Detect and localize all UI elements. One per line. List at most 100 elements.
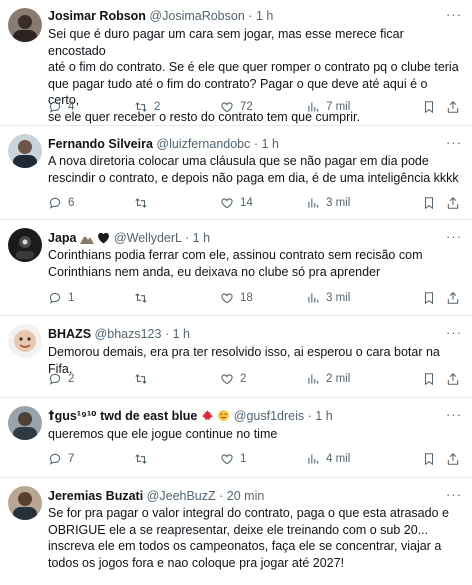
bookmark-button[interactable] (422, 290, 436, 306)
tweet-jeremias[interactable]: Jeremias Buzati @JeehBuzZ · 20 min ··· S… (0, 478, 472, 585)
author-handle[interactable]: @gusf1dreis (234, 409, 304, 423)
author-handle[interactable]: @JosimaRobson (149, 9, 244, 23)
share-button[interactable] (446, 99, 460, 115)
avatar[interactable] (8, 8, 42, 42)
views-count: 4 mil (326, 453, 351, 465)
retweet-icon (135, 454, 147, 464)
retweet-button[interactable] (134, 371, 154, 387)
more-options-icon[interactable]: ··· (446, 326, 462, 340)
retweet-count: 2 (154, 101, 161, 113)
more-options-icon[interactable]: ··· (446, 230, 462, 244)
share-button[interactable] (446, 195, 460, 211)
bookmark-icon (424, 373, 434, 386)
black-heart-icon (98, 232, 110, 244)
views-button[interactable]: 3 mil (306, 290, 350, 306)
more-options-icon[interactable]: ··· (446, 408, 462, 422)
avatar[interactable] (8, 228, 42, 262)
separator: · (164, 327, 170, 341)
retweet-icon (135, 198, 147, 208)
timestamp[interactable]: 1 h (315, 409, 332, 423)
retweet-icon (135, 374, 147, 384)
separator: · (248, 9, 253, 23)
timestamp[interactable]: 1 h (262, 137, 279, 151)
retweet-button[interactable] (134, 451, 154, 467)
separator: · (185, 231, 190, 245)
heart-icon (221, 374, 233, 385)
tweet-japa[interactable]: Japa @WellyderL · 1 h ··· Corinthians po… (0, 220, 472, 316)
author-handle[interactable]: @WellyderL (114, 231, 182, 245)
more-options-icon[interactable]: ··· (446, 8, 462, 22)
views-icon (308, 102, 319, 112)
share-button[interactable] (446, 451, 460, 467)
like-button[interactable]: 1 (220, 451, 246, 467)
like-count: 2 (240, 373, 247, 385)
maple-leaf-icon (201, 410, 213, 422)
reply-button[interactable]: 2 (48, 371, 74, 387)
avatar[interactable] (8, 406, 42, 440)
author-name[interactable]: ꝉgus¹⁹¹⁰ twd de east blue (48, 409, 197, 423)
author-handle[interactable]: @bhazs123 (95, 327, 162, 341)
author-handle[interactable]: @luizfernandobc (156, 137, 250, 151)
author-name[interactable]: Jeremias Buzati (48, 489, 143, 503)
reply-icon (49, 373, 61, 385)
timestamp[interactable]: 20 min (227, 489, 265, 503)
tweet-bhazs[interactable]: BHAZS @bhazs123 · 1 h ··· Demorou demais… (0, 316, 472, 398)
views-button[interactable]: 7 mil (306, 99, 350, 115)
timestamp[interactable]: 1 h (193, 231, 210, 245)
views-button[interactable]: 4 mil (306, 451, 350, 467)
retweet-button[interactable] (134, 290, 154, 306)
bookmark-button[interactable] (422, 371, 436, 387)
like-button[interactable]: 72 (220, 99, 253, 115)
author-name[interactable]: Josimar Robson (48, 9, 146, 23)
tweet-gus[interactable]: ꝉgus¹⁹¹⁰ twd de east blue @gusf1dreis · … (0, 398, 472, 478)
reply-icon (49, 453, 61, 465)
reply-button[interactable]: 7 (48, 451, 74, 467)
heart-icon (221, 198, 233, 209)
heart-icon (221, 454, 233, 465)
views-icon (308, 374, 319, 384)
reply-icon (49, 101, 61, 113)
author-handle[interactable]: @JeehBuzZ (147, 489, 216, 503)
more-options-icon[interactable]: ··· (446, 488, 462, 502)
bookmark-button[interactable] (422, 99, 436, 115)
tweet-josimar[interactable]: Josimar Robson @JosimaRobson · 1 h ··· S… (0, 0, 472, 126)
like-button[interactable]: 14 (220, 195, 253, 211)
avatar[interactable] (8, 486, 42, 520)
reply-button[interactable]: 1 (48, 290, 74, 306)
reply-icon (49, 197, 61, 209)
tweet-header: BHAZS @bhazs123 · 1 h (48, 326, 462, 342)
avatar[interactable] (8, 134, 42, 168)
retweet-button[interactable] (134, 195, 154, 211)
like-count: 14 (240, 197, 253, 209)
reply-count: 1 (68, 292, 75, 304)
tweet-text: Se for pra pagar o valor integral do con… (48, 506, 449, 570)
views-icon (308, 293, 319, 303)
reply-button[interactable]: 4 (48, 99, 74, 115)
avatar[interactable] (8, 324, 42, 358)
timestamp[interactable]: 1 h (256, 9, 273, 23)
like-button[interactable]: 18 (220, 290, 253, 306)
reply-button[interactable]: 6 (48, 195, 74, 211)
separator: · (219, 489, 224, 503)
tweet-actions: 6 14 3 mil (48, 195, 462, 211)
reply-count: 6 (68, 197, 75, 209)
like-count: 1 (240, 453, 247, 465)
author-name[interactable]: BHAZS (48, 327, 91, 341)
bookmark-button[interactable] (422, 451, 436, 467)
share-button[interactable] (446, 371, 460, 387)
tweet-actions: 7 1 4 mil (48, 451, 462, 467)
share-button[interactable] (446, 290, 460, 306)
author-name[interactable]: Fernando Silveira (48, 137, 153, 151)
tweet-fernando[interactable]: Fernando Silveira @luizfernandobc · 1 h … (0, 126, 472, 220)
views-button[interactable]: 2 mil (306, 371, 350, 387)
bookmark-icon (424, 292, 434, 305)
share-icon (447, 101, 459, 113)
bookmark-button[interactable] (422, 195, 436, 211)
views-button[interactable]: 3 mil (306, 195, 350, 211)
views-count: 2 mil (326, 373, 351, 385)
author-name[interactable]: Japa (48, 231, 77, 245)
like-button[interactable]: 2 (220, 371, 246, 387)
retweet-button[interactable]: 2 (134, 99, 160, 115)
timestamp[interactable]: 1 h (173, 327, 190, 341)
more-options-icon[interactable]: ··· (446, 136, 462, 150)
